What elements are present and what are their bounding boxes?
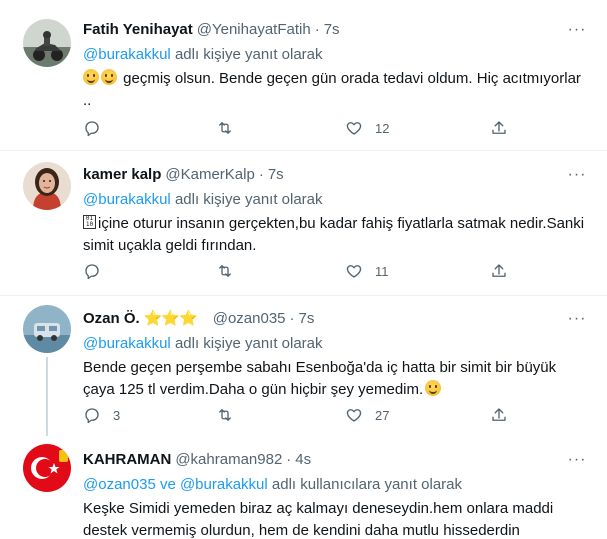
retweet-icon — [219, 265, 231, 277]
share-icon — [492, 121, 506, 134]
tweet-header: Ozan Ö. ⭐⭐⭐ @ozan035 · 7s — [83, 309, 587, 329]
tweet-header: KAHRAMAN @kahraman982 · 4s — [83, 450, 587, 470]
tweet-body: içine oturur insanın gerçekten,bu kadar … — [83, 215, 585, 254]
reply-button[interactable]: 3 — [83, 405, 120, 425]
reply-icon — [85, 408, 99, 424]
thread-line — [46, 357, 48, 436]
separator-dot: · — [258, 166, 264, 183]
like-button[interactable]: 27 — [345, 405, 389, 425]
avatar[interactable] — [23, 19, 71, 67]
mention-link[interactable]: @burakakkul — [83, 335, 171, 352]
reply-context: @ozan035 ve @burakakkul adlı kullanıcıla… — [83, 475, 587, 495]
timestamp[interactable]: 4s — [295, 450, 311, 470]
tweet-text: 01 10 içine oturur insanın gerçekten,bu k… — [83, 213, 587, 257]
more-icon[interactable]: ··· — [567, 450, 587, 470]
tweet-1[interactable]: Fatih Yenihayat @YenihayatFatih · 7s @bu… — [0, 0, 607, 150]
retweet-button[interactable] — [216, 261, 234, 281]
tweet-4[interactable]: KAHRAMAN @kahraman982 · 4s @ozan035 ve @… — [0, 436, 607, 539]
avatar[interactable] — [23, 305, 71, 353]
more-icon[interactable]: ··· — [567, 165, 587, 185]
like-icon — [346, 265, 362, 278]
like-count: 12 — [375, 120, 390, 136]
tweet-3[interactable]: Ozan Ö. ⭐⭐⭐ @ozan035 · 7s @burakakkul ad… — [0, 296, 607, 436]
share-button[interactable] — [490, 261, 508, 281]
tweet-2[interactable]: kamer kalp @KamerKalp · 7s @burakakkul a… — [0, 151, 607, 295]
avatar[interactable] — [23, 444, 71, 492]
display-name[interactable]: KAHRAMAN — [83, 450, 171, 470]
avatar[interactable] — [23, 162, 71, 210]
reply-context: @burakakkul adlı kişiye yanıt olarak — [83, 334, 587, 354]
mention-link[interactable]: @burakakkul — [83, 191, 171, 208]
separator-dot: · — [314, 21, 320, 38]
reply-count: 3 — [113, 407, 121, 423]
retweet-button[interactable] — [216, 118, 234, 138]
like-count: 11 — [375, 263, 389, 279]
tweet-actions: 12 — [83, 118, 513, 138]
tweet-actions: 11 — [83, 261, 513, 281]
tweet-text: geçmiş olsun. Bende geçen gün orada teda… — [83, 68, 587, 112]
mention-link[interactable]: @burakakkul — [83, 46, 171, 63]
grinning-face-icon — [425, 380, 442, 396]
share-button[interactable] — [490, 118, 508, 138]
tweet-actions: 3 27 — [83, 405, 513, 425]
reply-button[interactable] — [83, 118, 101, 138]
like-count: 27 — [375, 407, 390, 423]
user-handle[interactable]: @KamerKalp — [165, 165, 254, 185]
more-icon[interactable]: ··· — [567, 309, 587, 329]
tweet-header: Fatih Yenihayat @YenihayatFatih · 7s — [83, 20, 587, 40]
tweet-header: kamer kalp @KamerKalp · 7s — [83, 165, 587, 185]
separator-dot: · — [286, 451, 292, 468]
reply-context-text: adlı kişiye yanıt olarak — [170, 191, 323, 208]
separator-dot: · — [289, 310, 295, 327]
display-name[interactable]: Ozan Ö. — [83, 309, 140, 329]
tweet-text: Keşke Simidi yemeden biraz aç kalmayı de… — [83, 498, 587, 539]
reply-button[interactable] — [83, 261, 101, 281]
user-handle[interactable]: @ozan035 — [213, 309, 286, 329]
like-icon — [346, 409, 362, 422]
star-emoji-icon: ⭐⭐⭐ — [143, 310, 198, 327]
tweet-body: Bende geçen perşembe sabahı Esenboğa'da … — [83, 359, 557, 398]
reply-context-text: adlı kullanıcılara yanıt olarak — [267, 476, 463, 493]
tweet-text: Bende geçen perşembe sabahı Esenboğa'da … — [83, 357, 587, 401]
timestamp[interactable]: 7s — [268, 165, 284, 185]
tweet-body: Keşke Simidi yemeden biraz aç kalmayı de… — [83, 500, 554, 539]
display-name[interactable]: kamer kalp — [83, 165, 161, 185]
grinning-face-icon — [83, 69, 99, 85]
retweet-icon — [219, 409, 231, 421]
like-button[interactable]: 12 — [345, 118, 389, 138]
reply-icon — [85, 264, 99, 280]
retweet-icon — [219, 122, 231, 134]
grinning-face-icon — [101, 69, 117, 85]
timestamp[interactable]: 7s — [324, 20, 340, 40]
retweet-button[interactable] — [216, 405, 234, 425]
unknown-glyph-icon: 01 10 — [83, 215, 96, 229]
mention-link[interactable]: @ozan035 ve @burakakkul — [83, 476, 268, 493]
user-handle[interactable]: @YenihayatFatih — [197, 20, 311, 40]
like-button[interactable]: 11 — [345, 261, 389, 281]
reply-icon — [85, 121, 99, 137]
like-icon — [346, 122, 362, 135]
more-icon[interactable]: ··· — [567, 20, 587, 40]
timestamp[interactable]: 7s — [299, 309, 315, 329]
share-icon — [492, 408, 506, 421]
share-button[interactable] — [490, 405, 508, 425]
share-icon — [492, 264, 506, 277]
reply-context-text: adlı kişiye yanıt olarak — [170, 46, 323, 63]
reply-context-text: adlı kişiye yanıt olarak — [170, 335, 323, 352]
tweet-body: geçmiş olsun. Bende geçen gün orada teda… — [83, 70, 581, 109]
user-handle[interactable]: @kahraman982 — [175, 450, 282, 470]
display-name[interactable]: Fatih Yenihayat — [83, 20, 193, 40]
reply-context: @burakakkul adlı kişiye yanıt olarak — [83, 45, 587, 65]
reply-context: @burakakkul adlı kişiye yanıt olarak — [83, 190, 587, 210]
